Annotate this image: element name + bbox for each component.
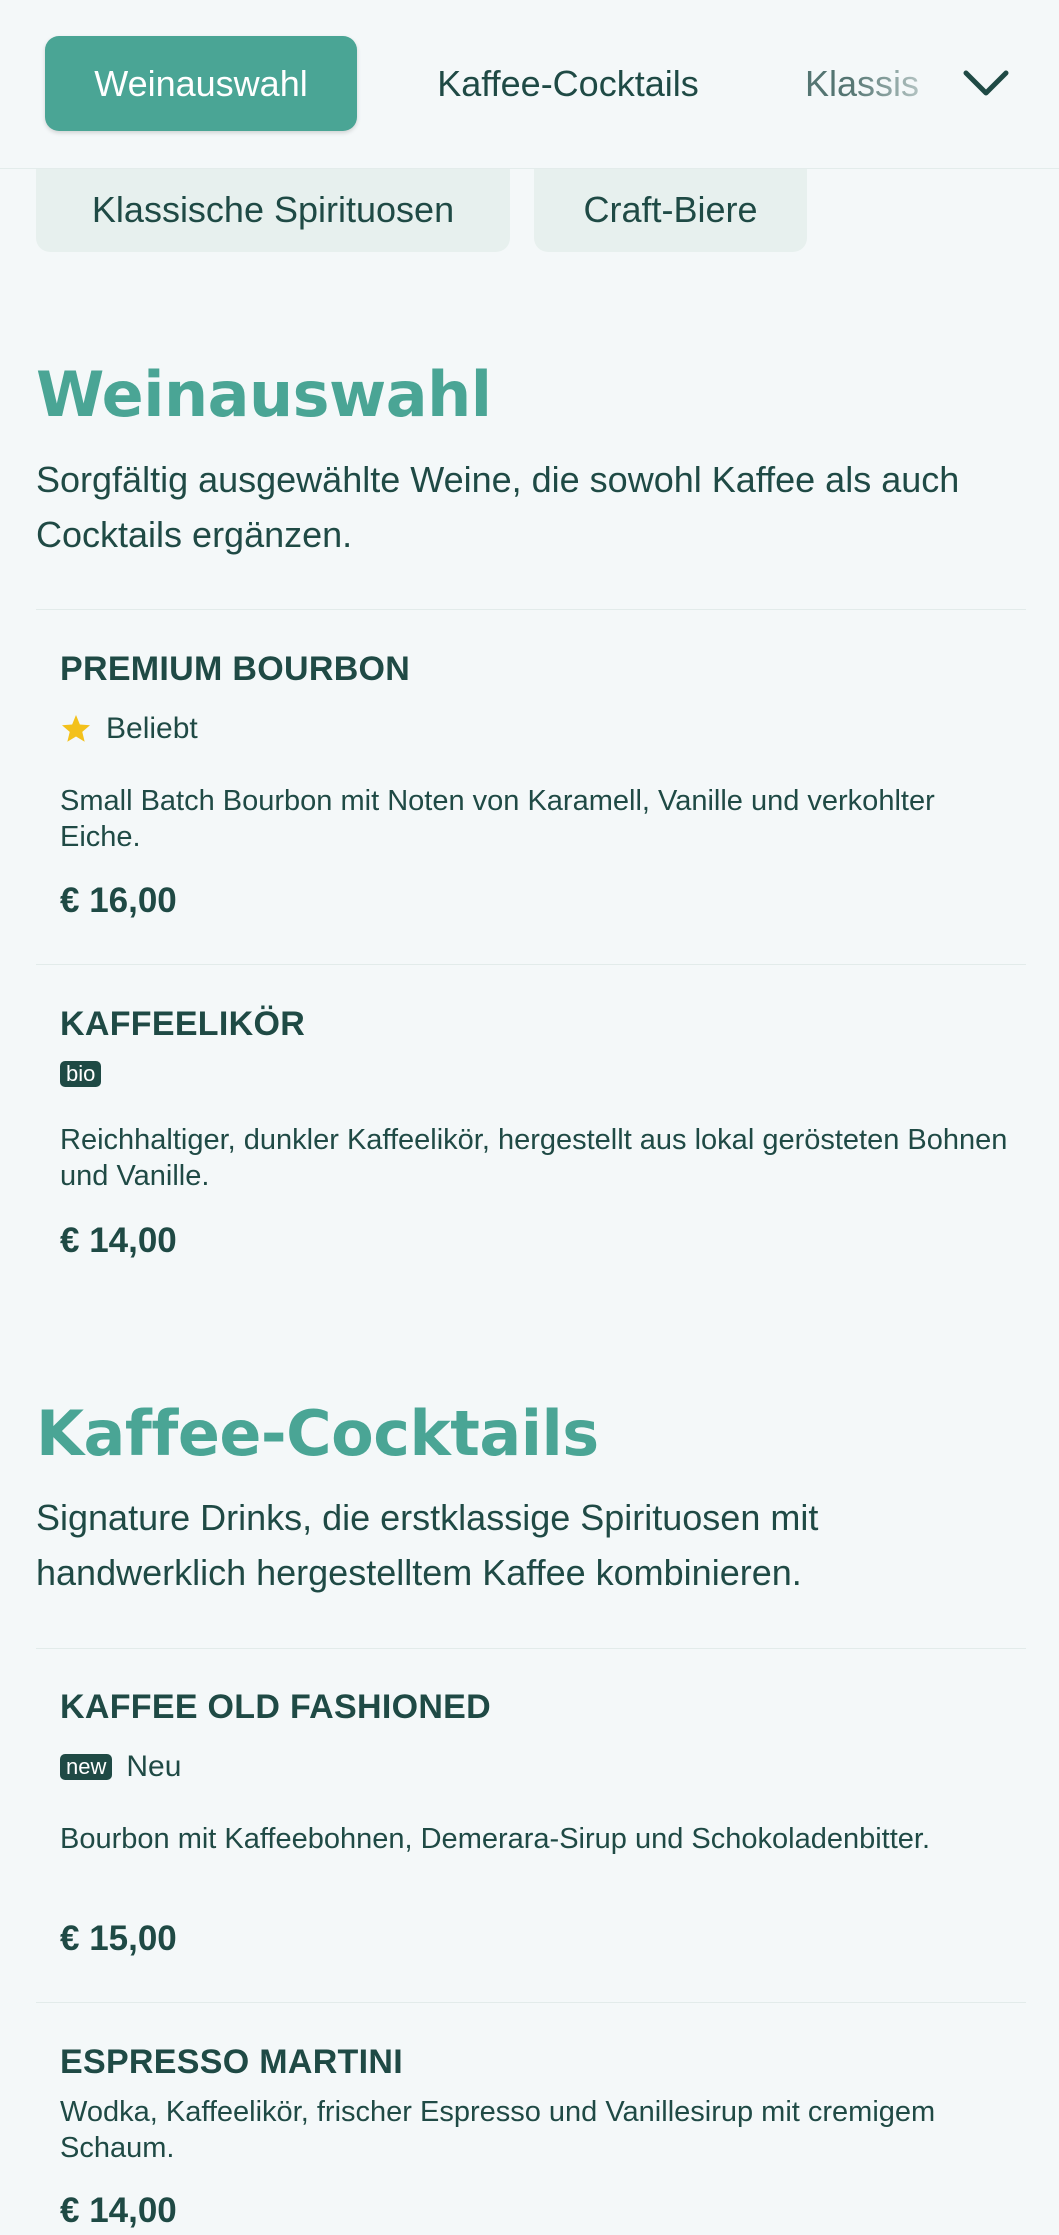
item-description: Small Batch Bourbon mit Noten von Karame…: [60, 785, 935, 853]
new-badge: new: [60, 1754, 113, 1780]
bio-badge: bio: [60, 1061, 102, 1087]
tag-label: Neu: [126, 1750, 182, 1783]
section-title: Kaffee-Cocktails: [36, 1397, 599, 1470]
item-price: € 14,00: [60, 2191, 177, 2230]
new-tag: new Neu: [60, 1750, 181, 1784]
bio-tag: bio: [60, 1061, 115, 1087]
tab-kaffee-cocktails[interactable]: Kaffee-Cocktails: [397, 36, 739, 131]
section-title: Weinauswahl: [36, 358, 492, 431]
divider: [36, 1648, 1026, 1649]
item-price: € 16,00: [60, 881, 177, 920]
category-nav: Weinauswahl Kaffee-Cocktails Klassis: [0, 0, 1059, 169]
item-description: Reichhaltiger, dunkler Kaffeelikör, herg…: [60, 1124, 1008, 1192]
item-name: ESPRESSO MARTINI: [60, 2043, 403, 2081]
divider: [36, 609, 1026, 610]
section-description: Signature Drinks, die erstklassige Spiri…: [36, 1497, 819, 1593]
tab-klassische-spirituosen[interactable]: Klassische Spirituosen: [36, 168, 510, 252]
item-price: € 15,00: [60, 1919, 177, 1958]
item-price: € 14,00: [60, 1221, 177, 1260]
tag-label: Beliebt: [106, 712, 198, 745]
item-name: KAFFEE OLD FASHIONED: [60, 1688, 492, 1726]
chevron-down-icon[interactable]: [958, 55, 1014, 111]
divider: [36, 2002, 1026, 2003]
divider: [36, 964, 1026, 965]
tab-klassische-spirituosen-truncated[interactable]: Klassis: [805, 36, 955, 131]
item-description: Wodka, Kaffeelikör, frischer Espresso un…: [60, 2096, 936, 2164]
star-icon: [62, 715, 90, 742]
item-name: KAFFEELIKÖR: [60, 1005, 306, 1043]
section-description: Sorgfältig ausgewählte Weine, die sowohl…: [36, 459, 960, 555]
tab-craft-biere[interactable]: Craft-Biere: [534, 168, 807, 252]
popular-tag: Beliebt: [60, 712, 198, 746]
tab-weinauswahl[interactable]: Weinauswahl: [45, 36, 357, 131]
item-description: Bourbon mit Kaffeebohnen, Demerara-Sirup…: [60, 1823, 931, 1855]
item-name: PREMIUM BOURBON: [60, 650, 411, 688]
